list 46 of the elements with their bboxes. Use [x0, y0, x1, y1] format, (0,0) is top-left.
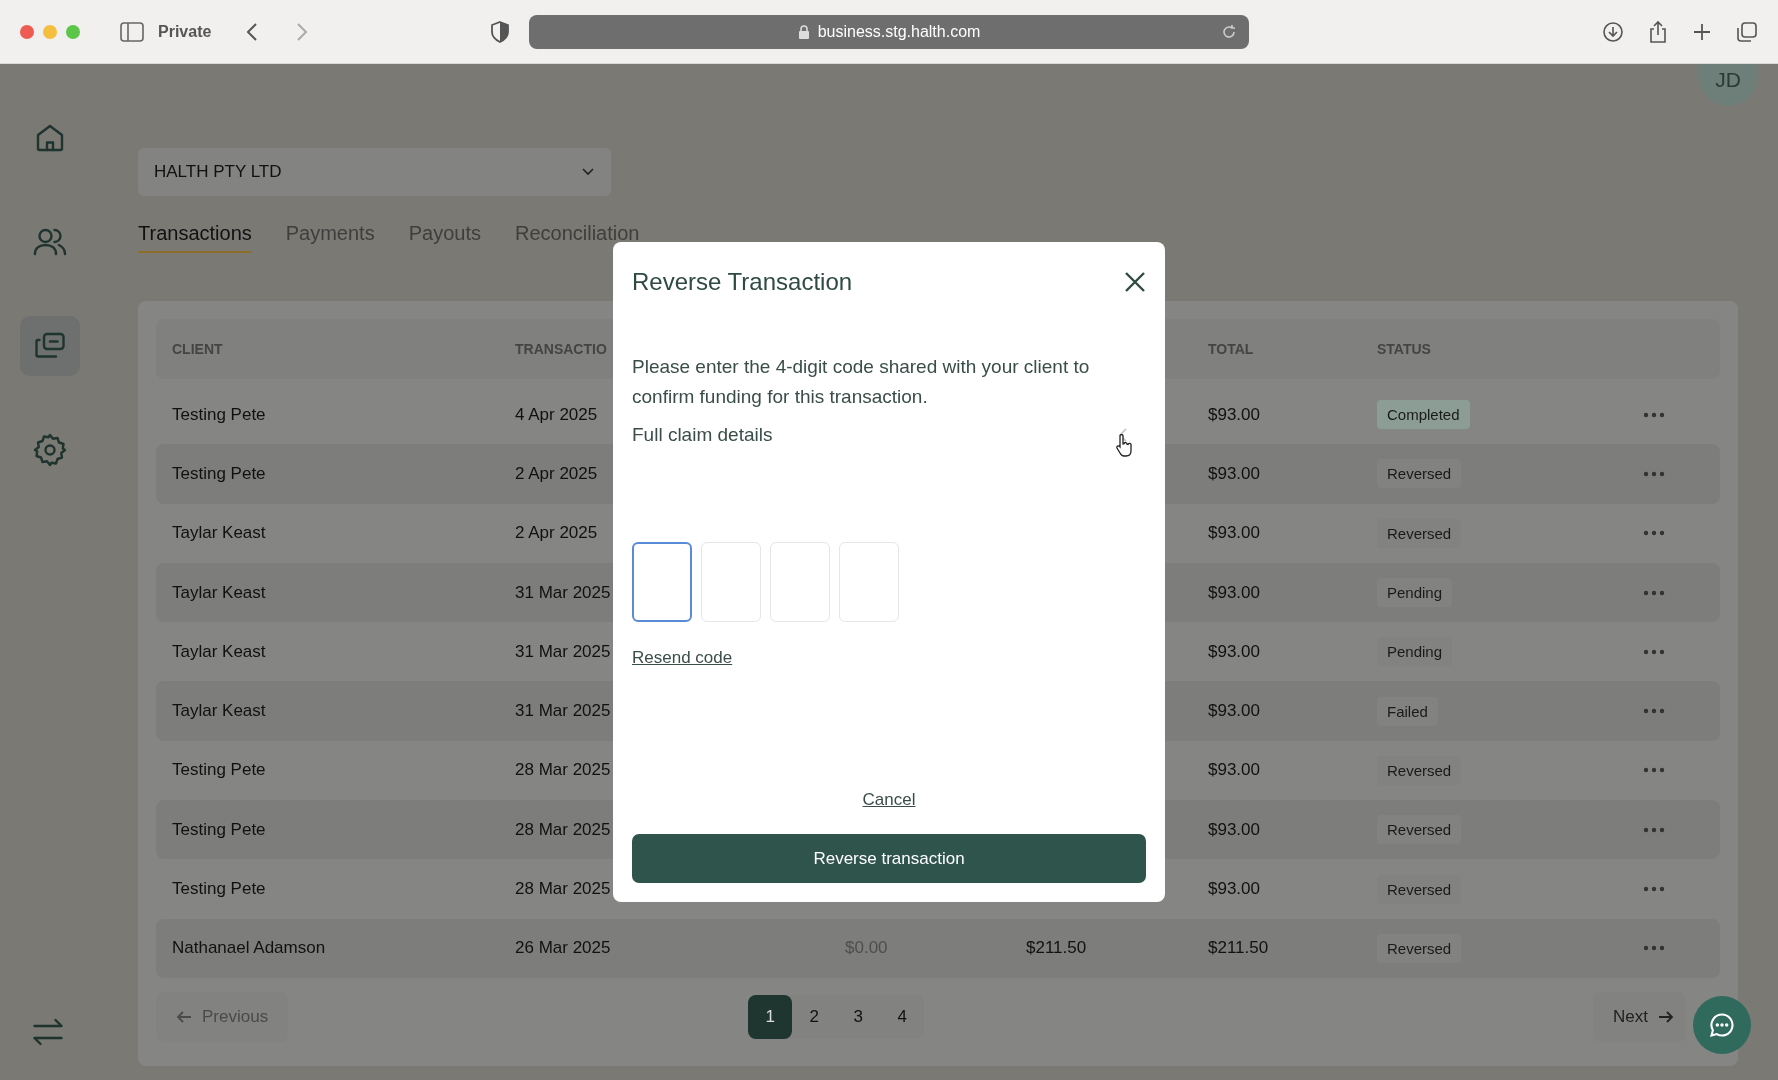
- column-header: STATUS: [1377, 341, 1431, 357]
- dialog-title: Reverse Transaction: [632, 268, 853, 296]
- status-badge: Reversed: [1377, 815, 1462, 845]
- client-cell: Testing Pete: [172, 760, 266, 781]
- client-cell: Taylar Keast: [172, 641, 266, 662]
- date-cell: 2 Apr 2025: [515, 463, 598, 484]
- client-cell: Testing Pete: [172, 879, 266, 899]
- client-cell: Taylar Keast: [172, 523, 266, 544]
- total-cell: $93.00: [1208, 463, 1260, 484]
- total-cell: $211.50: [1208, 938, 1269, 959]
- date-cell: 31 Mar 2025: [515, 641, 611, 662]
- date-cell: 4 Apr 2025: [515, 404, 598, 425]
- client-cell: Testing Pete: [172, 463, 266, 484]
- date-cell: 31 Mar 2025: [515, 582, 611, 603]
- client-cell: Testing Pete: [172, 404, 266, 425]
- status-badge: Failed: [1377, 696, 1438, 726]
- total-cell: $93.00: [1208, 404, 1260, 425]
- private-label: Private: [158, 22, 212, 41]
- client-cell: Taylar Keast: [172, 701, 266, 722]
- total-cell: $93.00: [1208, 523, 1260, 544]
- total-cell: $93.00: [1208, 819, 1260, 840]
- date-cell: 28 Mar 2025: [515, 819, 611, 840]
- total-cell: $93.00: [1208, 879, 1260, 899]
- status-badge: Pending: [1377, 578, 1453, 608]
- column-header: TOTAL: [1208, 341, 1254, 357]
- date-cell: 28 Mar 2025: [515, 760, 611, 781]
- details-label: Full claim details: [632, 424, 773, 446]
- date-cell: 28 Mar 2025: [515, 879, 611, 899]
- client-cell: Nathanael Adamson: [172, 938, 326, 959]
- dialog-message: Please enter the 4-digit code shared with your client to confirm funding for this transaction.: [632, 355, 1091, 409]
- status-badge: Completed: [1377, 400, 1470, 430]
- date-cell: 31 Mar 2025: [515, 701, 611, 722]
- client-cell: Testing Pete: [172, 819, 266, 840]
- column-header: CLIENT: [172, 341, 223, 357]
- status-badge: Reversed: [1377, 933, 1462, 963]
- total-cell: $93.00: [1208, 760, 1260, 781]
- date-cell: 26 Mar 2025: [515, 938, 611, 959]
- address-text: business.stg.halth.com: [817, 23, 981, 41]
- total-cell: $93.00: [1208, 641, 1260, 662]
- column-header: TRANSACTIO: [515, 341, 607, 357]
- date-cell: 2 Apr 2025: [515, 523, 598, 544]
- status-badge: Reversed: [1377, 459, 1462, 489]
- total-cell: $93.00: [1208, 582, 1260, 603]
- table-cell: $211.50: [1026, 938, 1087, 959]
- total-cell: $93.00: [1208, 701, 1260, 722]
- client-cell: Taylar Keast: [172, 582, 266, 603]
